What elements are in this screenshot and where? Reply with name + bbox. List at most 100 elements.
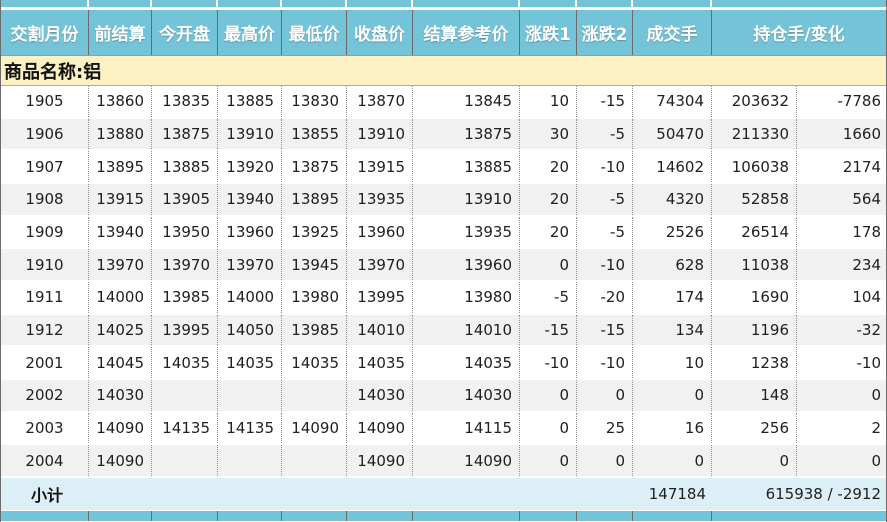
cell-value: -15 [577, 315, 633, 346]
cell-value: 25 [577, 413, 633, 444]
cell-value: 13940 [218, 184, 282, 215]
cell-value: 0 [520, 249, 577, 280]
cell-value: 20 [520, 151, 577, 182]
strip-cell [152, 511, 218, 521]
cell-value: 14010 [413, 315, 520, 346]
table-row: 190513860138351388513830138701384510-157… [1, 86, 886, 119]
cell-value: 14050 [218, 315, 282, 346]
header-cell: 交割月份 [1, 10, 89, 55]
cell-value: -20 [577, 282, 633, 313]
table-row: 2001140451403514035140351403514035-10-10… [1, 347, 886, 380]
header-cell: 最高价 [218, 10, 282, 55]
cell-value: 13935 [413, 217, 520, 248]
cell-value: 2 [797, 413, 886, 444]
cell-delivery-month: 2002 [1, 380, 89, 411]
cell-value: 14000 [218, 282, 282, 313]
cell-value: 14025 [89, 315, 152, 346]
strip-cell [577, 0, 633, 7]
cell-value: 50470 [633, 119, 712, 150]
cell-value: 0 [520, 445, 577, 476]
cell-value: 13915 [347, 151, 413, 182]
header-cell: 持仓手/变化 [712, 10, 886, 55]
cell-value: 14090 [89, 445, 152, 476]
cell-value: 13855 [282, 119, 347, 150]
cell-value: 14090 [347, 413, 413, 444]
cell-value: -15 [577, 86, 633, 117]
subtotal-volume: 147184 [633, 478, 712, 510]
cell-value: 13925 [282, 217, 347, 248]
cell-value [282, 445, 347, 476]
cell-value [218, 445, 282, 476]
cell-value: 14090 [413, 445, 520, 476]
cell-value: 14030 [89, 380, 152, 411]
cell-value: 0 [797, 445, 886, 476]
table-row: 190913940139501396013925139601393520-525… [1, 217, 886, 250]
cell-delivery-month: 1912 [1, 315, 89, 346]
cell-value: 13980 [413, 282, 520, 313]
cell-value: 14090 [347, 445, 413, 476]
cell-value: 11038 [712, 249, 797, 280]
cell-value: 13915 [89, 184, 152, 215]
strip-cell [89, 0, 152, 7]
cell-value: 13870 [347, 86, 413, 117]
cell-value: 13845 [413, 86, 520, 117]
cell-value: 148 [712, 380, 797, 411]
table-row: 190713895138851392013875139151388520-101… [1, 151, 886, 184]
cell-value: 13945 [282, 249, 347, 280]
cell-value: 13950 [152, 217, 218, 248]
cell-value: 13875 [152, 119, 218, 150]
header-cell: 前结算 [89, 10, 152, 55]
cell-value: -5 [577, 119, 633, 150]
cell-value: 16 [633, 413, 712, 444]
cell-value: 14030 [347, 380, 413, 411]
cell-value: -5 [520, 282, 577, 313]
cell-value: 14000 [89, 282, 152, 313]
cell-value: 13910 [347, 119, 413, 150]
cell-value: -5 [577, 184, 633, 215]
cell-value: 211330 [712, 119, 797, 150]
cell-value: 13995 [347, 282, 413, 313]
cell-value: 20 [520, 217, 577, 248]
cell-value: 13910 [218, 119, 282, 150]
strip-cell [520, 0, 577, 7]
cell-value: 178 [797, 217, 886, 248]
cell-value: 13895 [89, 151, 152, 182]
cell-value: 14090 [89, 413, 152, 444]
cell-value: 13970 [218, 249, 282, 280]
header-cell: 涨跌2 [577, 10, 633, 55]
strip-cell [577, 511, 633, 521]
subtotal-label: 小计 [1, 478, 89, 510]
cell-value: 13875 [413, 119, 520, 150]
cell-value: 104 [797, 282, 886, 313]
strip-cell [152, 0, 218, 7]
cell-value: -10 [577, 151, 633, 182]
cell-value: 14035 [218, 347, 282, 378]
table-row: 1911140001398514000139801399513980-5-201… [1, 282, 886, 315]
cell-delivery-month: 1908 [1, 184, 89, 215]
cell-value: 1660 [797, 119, 886, 150]
strip-cell [282, 511, 347, 521]
cell-value: 1690 [712, 282, 797, 313]
table-row: 190613880138751391013855139101387530-550… [1, 119, 886, 152]
cell-value: 13995 [152, 315, 218, 346]
cell-value: 14035 [347, 347, 413, 378]
cell-value [218, 380, 282, 411]
cell-value: 14115 [413, 413, 520, 444]
cell-value: 14010 [347, 315, 413, 346]
cell-value: 2526 [633, 217, 712, 248]
cell-value: 13905 [152, 184, 218, 215]
cell-value: 13885 [218, 86, 282, 117]
cell-delivery-month: 1909 [1, 217, 89, 248]
cell-value: 13940 [89, 217, 152, 248]
cell-value: 1238 [712, 347, 797, 378]
subtotal-spacer [89, 478, 633, 510]
strip-cell [633, 0, 712, 7]
cell-value: 26514 [712, 217, 797, 248]
cell-value: 4320 [633, 184, 712, 215]
cell-delivery-month: 1906 [1, 119, 89, 150]
cell-value: 14045 [89, 347, 152, 378]
cell-value: 0 [633, 445, 712, 476]
subtotal-row: 小计 147184 615938 / -2912 [1, 478, 886, 511]
cell-delivery-month: 1911 [1, 282, 89, 313]
cell-value: 13830 [282, 86, 347, 117]
